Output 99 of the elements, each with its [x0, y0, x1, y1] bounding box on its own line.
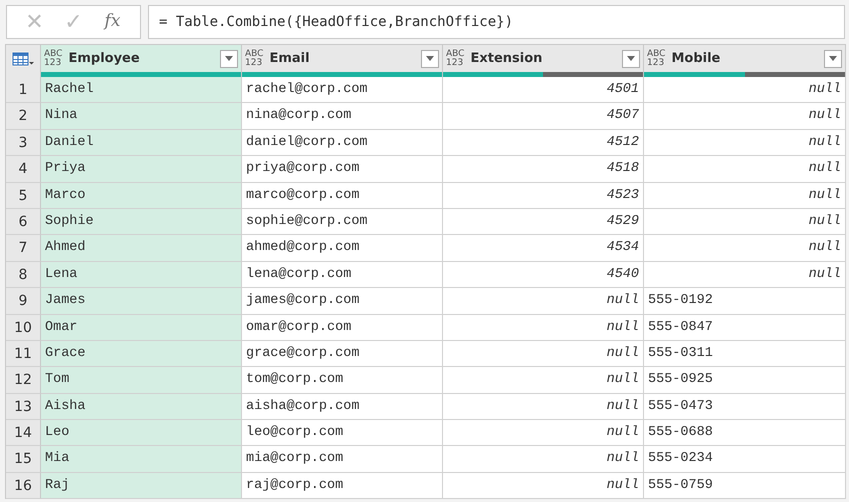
table-cell: Grace [41, 340, 242, 368]
column-name: Email [269, 50, 311, 68]
table-cell: 4523 [443, 182, 644, 209]
table-cell: 555-0234 [644, 446, 846, 473]
table-cell: priya@corp.com [242, 156, 443, 183]
filter-dropdown-button[interactable] [220, 50, 238, 68]
row-number: 16 [6, 472, 41, 500]
row-number: 13 [6, 394, 41, 420]
insert-function-button[interactable]: fx [93, 9, 132, 35]
null-value: null [644, 77, 846, 104]
table-cell: Aisha [41, 394, 242, 420]
table-cell: 555-0688 [644, 420, 846, 446]
row-number: 3 [6, 130, 41, 156]
table-cell: Marco [41, 182, 242, 209]
formula-field[interactable]: = Table.Combine({HeadOffice,BranchOffice}) [148, 5, 845, 39]
table-cell: Tom [41, 367, 242, 394]
table-cell: 4507 [443, 103, 644, 130]
table-cell: marco@corp.com [242, 182, 443, 209]
row-number: 9 [6, 288, 41, 315]
row-number: 1 [6, 77, 41, 104]
null-value: null [644, 156, 846, 183]
table-cell: Priya [41, 156, 242, 183]
table-cell: 555-0925 [644, 367, 846, 394]
caret-icon [426, 56, 434, 61]
table-cell: nina@corp.com [242, 103, 443, 130]
null-value: null [443, 472, 644, 500]
table-cell: 555-0311 [644, 340, 846, 368]
null-value: null [644, 182, 846, 209]
row-number: 4 [6, 156, 41, 183]
null-value: null [443, 314, 644, 341]
table-cell: leo@corp.com [242, 420, 443, 446]
table-cell: james@corp.com [242, 288, 443, 315]
null-value: null [644, 103, 846, 130]
null-value: null [443, 288, 644, 315]
null-value: null [443, 394, 644, 420]
table-cell: Raj [41, 472, 242, 500]
null-value: null [443, 367, 644, 394]
table-cell: 4540 [443, 262, 644, 288]
row-number: 15 [6, 446, 41, 473]
row-number: 7 [6, 235, 41, 262]
null-value: null [644, 130, 846, 156]
table-cell: mia@corp.com [242, 446, 443, 473]
table-cell: Nina [41, 103, 242, 130]
table-cell: Sophie [41, 208, 242, 236]
caret-icon [829, 56, 837, 61]
row-number: 5 [6, 182, 41, 209]
row-number: 11 [6, 340, 41, 368]
table-cell: 4534 [443, 235, 644, 262]
table-cell: sophie@corp.com [242, 208, 443, 236]
null-value: null [644, 235, 846, 262]
row-number: 8 [6, 262, 41, 288]
filter-dropdown-button[interactable] [622, 50, 640, 68]
table-cell: 4529 [443, 208, 644, 236]
type-icon: ABC 123 [647, 50, 666, 68]
table-cell: aisha@corp.com [242, 394, 443, 420]
row-number: 10 [6, 314, 41, 341]
row-number: 12 [6, 367, 41, 394]
column-name: Extension [470, 50, 544, 68]
table-cell: Rachel [41, 77, 242, 104]
column-name: Employee [68, 50, 141, 68]
table-cell: ahmed@corp.com [242, 235, 443, 262]
table-cell: daniel@corp.com [242, 130, 443, 156]
filter-dropdown-button[interactable] [824, 50, 842, 68]
table-cell: 4501 [443, 77, 644, 104]
table-cell: grace@corp.com [242, 340, 443, 368]
filter-dropdown-button[interactable] [421, 50, 439, 68]
table-cell: 555-0192 [644, 288, 846, 315]
row-number: 14 [6, 420, 41, 446]
table-cell: 4518 [443, 156, 644, 183]
type-icon: ABC 123 [44, 50, 62, 68]
table-cell: Daniel [41, 130, 242, 156]
table-cell: Omar [41, 314, 242, 341]
null-value: null [443, 420, 644, 446]
table-cell: Ahmed [41, 235, 242, 262]
table-cell: Mia [41, 446, 242, 473]
table-cell: 555-0759 [644, 472, 846, 500]
column-name: Mobile [671, 50, 722, 68]
table-menu-icon[interactable] [12, 50, 34, 66]
table-cell: 555-0847 [644, 314, 846, 341]
type-icon: ABC 123 [245, 50, 264, 68]
caret-icon [225, 56, 233, 61]
table-cell: tom@corp.com [242, 367, 443, 394]
table-cell: 4512 [443, 130, 644, 156]
null-value: null [644, 208, 846, 236]
type-icon: ABC 123 [446, 50, 464, 68]
table-cell: James [41, 288, 242, 315]
table-cell: omar@corp.com [242, 314, 443, 341]
null-value: null [443, 340, 644, 368]
table-cell: Lena [41, 262, 242, 288]
null-value: null [644, 262, 846, 288]
row-number: 6 [6, 208, 41, 236]
caret-icon [627, 56, 635, 61]
table-cell: lena@corp.com [242, 262, 443, 288]
table-cell: raj@corp.com [242, 472, 443, 500]
null-value: null [443, 446, 644, 473]
table-cell: 555-0473 [644, 394, 846, 420]
table-cell: rachel@corp.com [242, 77, 443, 104]
row-number: 2 [6, 103, 41, 130]
table-cell: Leo [41, 420, 242, 446]
